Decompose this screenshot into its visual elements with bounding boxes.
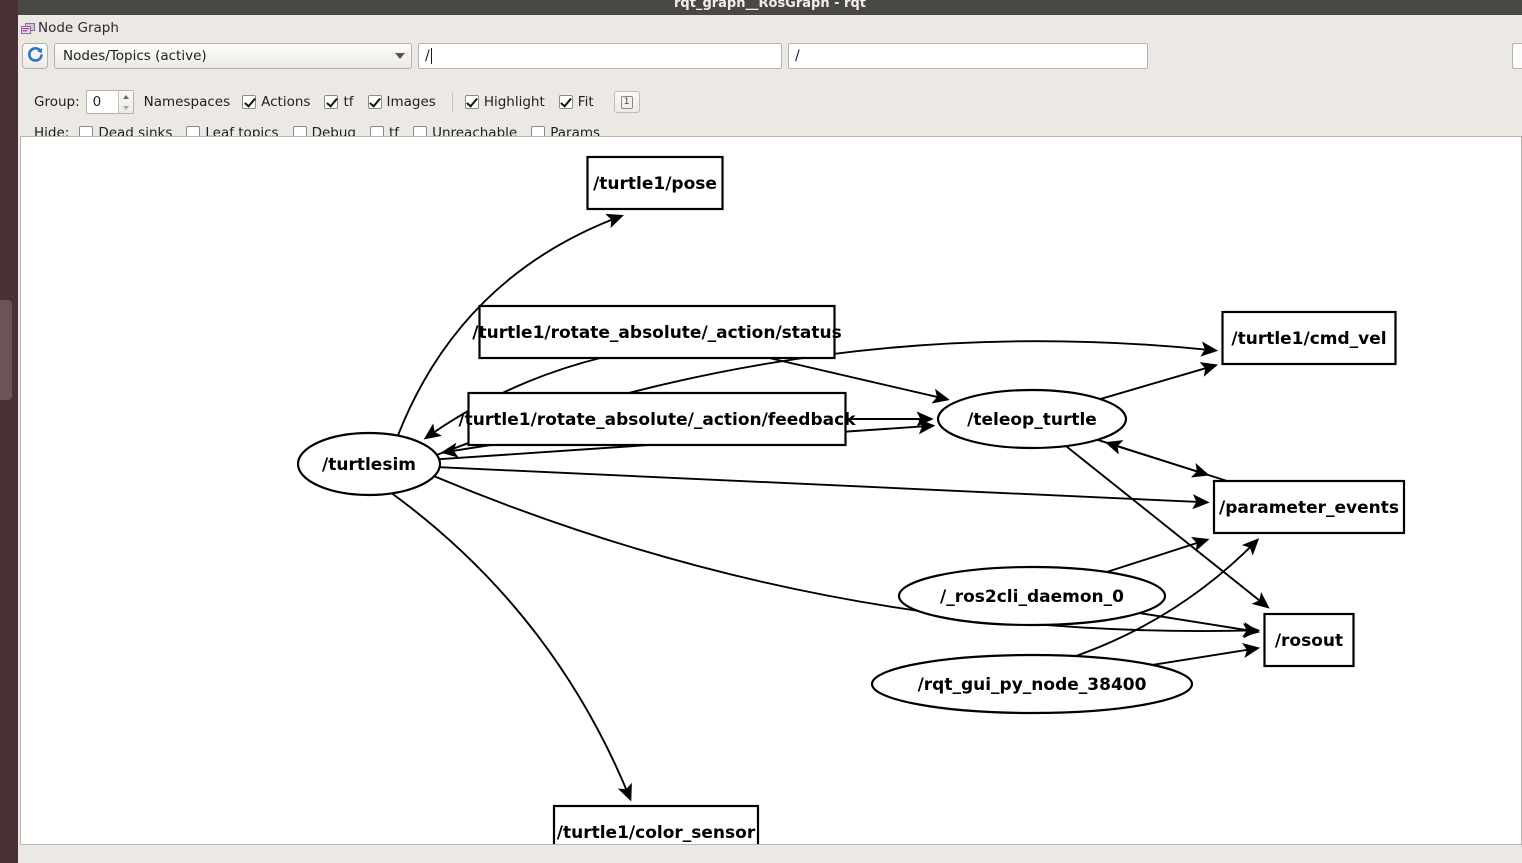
graph-node-turtlesim[interactable]: /turtlesim [296, 431, 442, 497]
graph-node-label: /turtle1/rotate_absolute/_action/status [472, 323, 841, 343]
dock-title-label: Node Graph [38, 20, 119, 36]
node-graph-panel: Node Graph Nodes/Topics (active) / / Gro… [18, 15, 1522, 863]
graph-node-pose[interactable]: /turtle1/pose [586, 155, 724, 211]
graph-node-label: /turtle1/color_sensor [557, 823, 756, 843]
graph-node-cmdvel[interactable]: /turtle1/cmd_vel [1221, 310, 1397, 366]
fit-label: Fit [577, 94, 594, 110]
graph-node-rqtgui[interactable]: /rqt_gui_py_node_38400 [870, 653, 1194, 715]
spinner-down-icon[interactable] [119, 102, 133, 113]
graph-type-value: Nodes/Topics (active) [63, 48, 207, 64]
ros-node-graph[interactable]: /turtle1/pose/turtle1/rotate_absolute/_a… [21, 137, 1521, 844]
graph-edge [439, 466, 1210, 510]
fit-checkbox-box[interactable] [558, 95, 573, 109]
graph-edge [440, 442, 491, 458]
checkbox-images[interactable]: Images [367, 94, 436, 110]
graph-edges [391, 213, 1270, 802]
topic-filter-value: / [425, 48, 430, 64]
images-checkbox-box[interactable] [367, 95, 382, 109]
node-filter-input[interactable]: / [788, 43, 1148, 69]
graph-node-rosout[interactable]: /rosout [1263, 612, 1355, 668]
graph-node-label: /parameter_events [1219, 498, 1399, 518]
toolbar-divider [451, 92, 453, 112]
overflow-toolbar-stub[interactable] [1512, 43, 1522, 69]
toolbar-row-options: Group: 0 Namespaces Actions tf Images Hi… [34, 90, 640, 114]
tf-checkbox-box[interactable] [324, 95, 339, 109]
text-caret [430, 48, 432, 64]
graph-node-label: /turtle1/pose [593, 174, 717, 194]
desktop-launcher-handle[interactable] [0, 300, 12, 400]
toolbar-row-primary: Nodes/Topics (active) / / [22, 41, 1518, 71]
namespaces-label: Namespaces [143, 94, 231, 110]
group-value: 0 [92, 94, 102, 110]
topic-filter-input[interactable]: / [418, 43, 782, 69]
checkbox-actions[interactable]: Actions [242, 94, 310, 110]
graph-node-label: /turtle1/rotate_absolute/_action/feedbac… [458, 410, 856, 430]
node-filter-value: / [795, 48, 800, 64]
images-label: Images [386, 94, 436, 110]
graph-node-label: /_ros2cli_daemon_0 [940, 587, 1124, 607]
graph-edge [1099, 362, 1219, 400]
highlight-checkbox-box[interactable] [464, 95, 479, 109]
refresh-icon [27, 46, 44, 67]
refresh-button[interactable] [22, 43, 48, 69]
window-titlebar: rqt_graph__RosGraph - rqt [18, 0, 1522, 15]
graph-node-label: /turtlesim [322, 455, 416, 475]
checkbox-highlight[interactable]: Highlight [464, 94, 545, 110]
group-label: Group: [34, 94, 80, 110]
rqt-graph-window: rqt_graph__RosGraph - rqt Node Graph Nod… [0, 0, 1522, 863]
actions-label: Actions [261, 94, 311, 110]
spinner-up-icon[interactable] [119, 91, 133, 102]
group-spinner-buttons[interactable] [117, 91, 133, 113]
graph-edge [391, 492, 632, 802]
graph-node-params[interactable]: /parameter_events [1212, 479, 1406, 535]
zoom-one-to-one-button[interactable]: 1 [613, 91, 640, 113]
desktop-left-edge [0, 0, 18, 863]
dock-title-row: Node Graph [18, 18, 119, 38]
graph-edge [1104, 440, 1228, 482]
graph-node-label: /rqt_gui_py_node_38400 [918, 675, 1147, 695]
graph-node-label: /turtle1/cmd_vel [1231, 329, 1386, 349]
graph-node-status[interactable]: /turtle1/rotate_absolute/_action/status [472, 304, 842, 360]
graph-edge [1139, 612, 1261, 638]
graph-node-daemon[interactable]: /_ros2cli_daemon_0 [897, 565, 1167, 627]
chevron-down-icon [395, 53, 405, 59]
node-graph-icon [20, 21, 36, 35]
group-spinbox[interactable]: 0 [85, 90, 134, 114]
checkbox-tf[interactable]: tf [324, 94, 354, 110]
highlight-label: Highlight [483, 94, 545, 110]
graph-node-feedback[interactable]: /turtle1/rotate_absolute/_action/feedbac… [458, 391, 856, 447]
graph-edge [1152, 642, 1261, 666]
graph-node-teleop[interactable]: /teleop_turtle [936, 388, 1128, 450]
graph-node-label: /teleop_turtle [967, 410, 1097, 430]
graph-node-label: /rosout [1275, 631, 1343, 651]
graph-edge [1106, 536, 1210, 573]
actions-checkbox-box[interactable] [242, 95, 257, 109]
graph-type-combobox[interactable]: Nodes/Topics (active) [54, 43, 412, 69]
zoom-one-to-one-icon: 1 [620, 95, 633, 109]
graph-nodes: /turtle1/pose/turtle1/rotate_absolute/_a… [296, 155, 1406, 844]
window-title: rqt_graph__RosGraph - rqt [674, 0, 866, 11]
graph-node-colorsen[interactable]: /turtle1/color_sensor [552, 804, 760, 844]
graph-canvas[interactable]: /turtle1/pose/turtle1/rotate_absolute/_a… [20, 136, 1522, 845]
tf-label: tf [343, 94, 354, 110]
checkbox-fit[interactable]: Fit [558, 94, 594, 110]
